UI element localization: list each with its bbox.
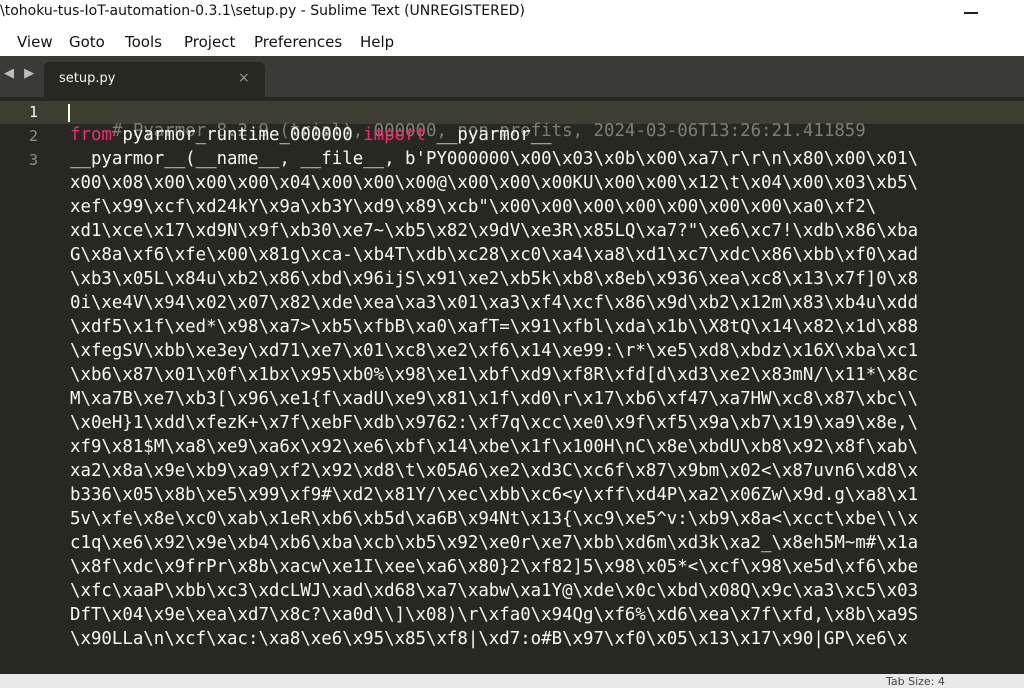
- tab-label: setup.py: [59, 71, 116, 86]
- window-title: \tohoku-tus-IoT-automation-0.3.1\setup.p…: [0, 3, 525, 19]
- keyword-from: from: [70, 125, 112, 145]
- code-line-wrapped: xef\x99\xcf\xd24kY\x9a\xb3Y\xd9\x89\xcb"…: [70, 197, 877, 217]
- menu-preferences[interactable]: Preferences: [254, 33, 342, 51]
- status-bar: Tab Size: 4: [0, 674, 1024, 688]
- minimize-icon[interactable]: [964, 12, 978, 14]
- code-line-wrapped: \xfegSV\xbb\xe3ey\xd71\xe7\x01\xc8\xe2\x…: [70, 341, 919, 361]
- code-line-wrapped: \x8f\xdc\x9frPr\x8b\xacw\xe1I\xee\xa6\x8…: [70, 557, 919, 577]
- code-line-wrapped: __pyarmor__(__name__, __file__, b'PY0000…: [70, 149, 919, 169]
- line-number: 3: [28, 151, 38, 169]
- code-line-wrapped: xd1\xce\x17\xd9N\x9f\xb30\xe7~\xb5\x82\x…: [70, 221, 919, 241]
- code-line-wrapped: x00\x08\x00\x00\x00\x04\x00\x00\x00@\x00…: [70, 173, 919, 193]
- code-editor[interactable]: 1 2 3 # Pyarmor 8.2.9 (trial), 000000, n…: [0, 97, 1024, 674]
- menu-view[interactable]: View: [17, 33, 53, 51]
- close-icon[interactable]: ×: [238, 70, 250, 86]
- tab-size-indicator[interactable]: Tab Size: 4: [886, 675, 945, 688]
- tab-bar: ◀ ▶ setup.py ×: [0, 56, 1024, 97]
- imported-name: __pyarmor__: [426, 125, 552, 145]
- code-line-wrapped: b336\x05\x8b\xe5\x99\xf9#\xd2\x81Y/\xec\…: [70, 485, 919, 505]
- menu-tools[interactable]: Tools: [125, 33, 162, 51]
- code-line-wrapped: \xfc\xaaP\xbb\xc3\xdcLWJ\xad\xd68\xa7\xa…: [70, 581, 919, 601]
- menu-bar: View Goto Tools Project Preferences Help: [0, 27, 1024, 56]
- code-line-wrapped: c1q\xe6\x92\x9e\xb4\xb6\xba\xcb\xb5\x92\…: [70, 533, 919, 553]
- line-number: 2: [28, 127, 38, 145]
- code-line-wrapped: \x90LLa\n\xcf\xac:\xa8\xe6\x95\x85\xf8|\…: [70, 629, 908, 649]
- code-line-wrapped: \xdf5\x1f\xed*\x98\xa7>\xb5\xfbB\xa0\xaf…: [70, 317, 919, 337]
- keyword-import: import: [363, 125, 426, 145]
- code-line-wrapped: \xb6\x87\x01\x0f\x1bx\x95\xb0%\x98\xe1\x…: [70, 365, 919, 385]
- code-line-wrapped: \xb3\x05L\x84u\xb2\x86\xbd\x96ijS\x91\xe…: [70, 269, 919, 289]
- code-line-wrapped: xa2\x8a\x9e\xb9\xa9\xf2\x92\xd8\t\x05A6\…: [70, 461, 919, 481]
- code-line-wrapped: DfT\x04\x9e\xea\xd7\x8c?\xa0d\\]\x08)\r\…: [70, 605, 919, 625]
- code-line-2: from pyarmor_runtime_000000 import __pya…: [70, 125, 552, 145]
- code-line-wrapped: xf9\x81$M\xa8\xe9\xa6x\x92\xe6\xbf\x14\x…: [70, 437, 919, 457]
- code-line-wrapped: 0i\xe4V\x94\x02\x07\x82\xde\xea\xa3\x01\…: [70, 293, 919, 313]
- code-line-wrapped: M\xa7B\xe7\xb3[\x96\xe1{f\xadU\xe9\x81\x…: [70, 389, 919, 409]
- menu-project[interactable]: Project: [184, 33, 235, 51]
- code-line-wrapped: \x0eH}1\xdd\xfezK+\x7f\xebF\xdb\x9762:\x…: [70, 413, 919, 433]
- line-number-gutter: 1 2 3: [0, 97, 60, 674]
- title-bar: \tohoku-tus-IoT-automation-0.3.1\setup.p…: [0, 0, 1024, 27]
- menu-goto[interactable]: Goto: [69, 33, 105, 51]
- tab-nav-arrows-icon[interactable]: ◀ ▶: [4, 66, 37, 81]
- menu-help[interactable]: Help: [360, 33, 394, 51]
- module-name: pyarmor_runtime_000000: [111, 125, 364, 145]
- line-number: 1: [28, 103, 38, 121]
- tab-setup-py[interactable]: setup.py ×: [44, 62, 265, 97]
- code-line-wrapped: G\x8a\xf6\xfe\x00\x81g\xca-\xb4T\xdb\xc2…: [70, 245, 919, 265]
- code-line-wrapped: 5v\xfe\x8e\xc0\xab\x1eR\xb6\xb5d\xa6B\x9…: [70, 509, 919, 529]
